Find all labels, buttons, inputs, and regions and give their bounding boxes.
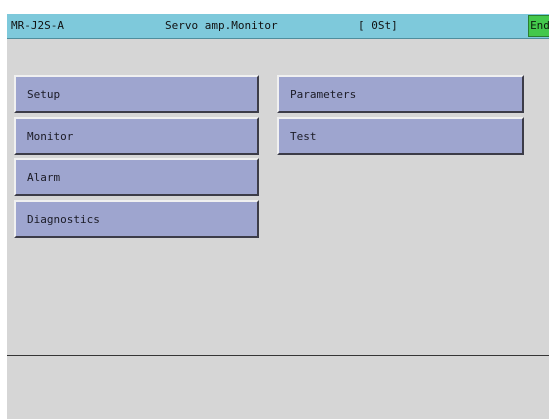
parameters-label: Parameters xyxy=(290,88,357,101)
parameters-button[interactable]: Parameters xyxy=(277,75,524,113)
monitor-button[interactable]: Monitor xyxy=(14,117,259,155)
setup-button[interactable]: Setup xyxy=(14,75,259,113)
setup-label: Setup xyxy=(27,88,61,101)
test-button[interactable]: Test xyxy=(277,117,524,155)
divider-line xyxy=(7,355,549,356)
screen-title: Servo amp.Monitor xyxy=(165,19,278,32)
diagnostics-button[interactable]: Diagnostics xyxy=(14,200,259,238)
status-indicator: [ 0St] xyxy=(358,19,398,32)
alarm-button[interactable]: Alarm xyxy=(14,158,259,196)
model-label: MR-J2S-A xyxy=(11,19,64,32)
servo-monitor-screen: MR-J2S-A Servo amp.Monitor [ 0St] End Se… xyxy=(7,14,549,419)
diagnostics-label: Diagnostics xyxy=(27,213,100,226)
end-button[interactable]: End xyxy=(528,15,549,37)
title-bar: MR-J2S-A Servo amp.Monitor [ 0St] End xyxy=(7,14,549,39)
monitor-label: Monitor xyxy=(27,130,74,143)
alarm-label: Alarm xyxy=(27,171,61,184)
test-label: Test xyxy=(290,130,317,143)
